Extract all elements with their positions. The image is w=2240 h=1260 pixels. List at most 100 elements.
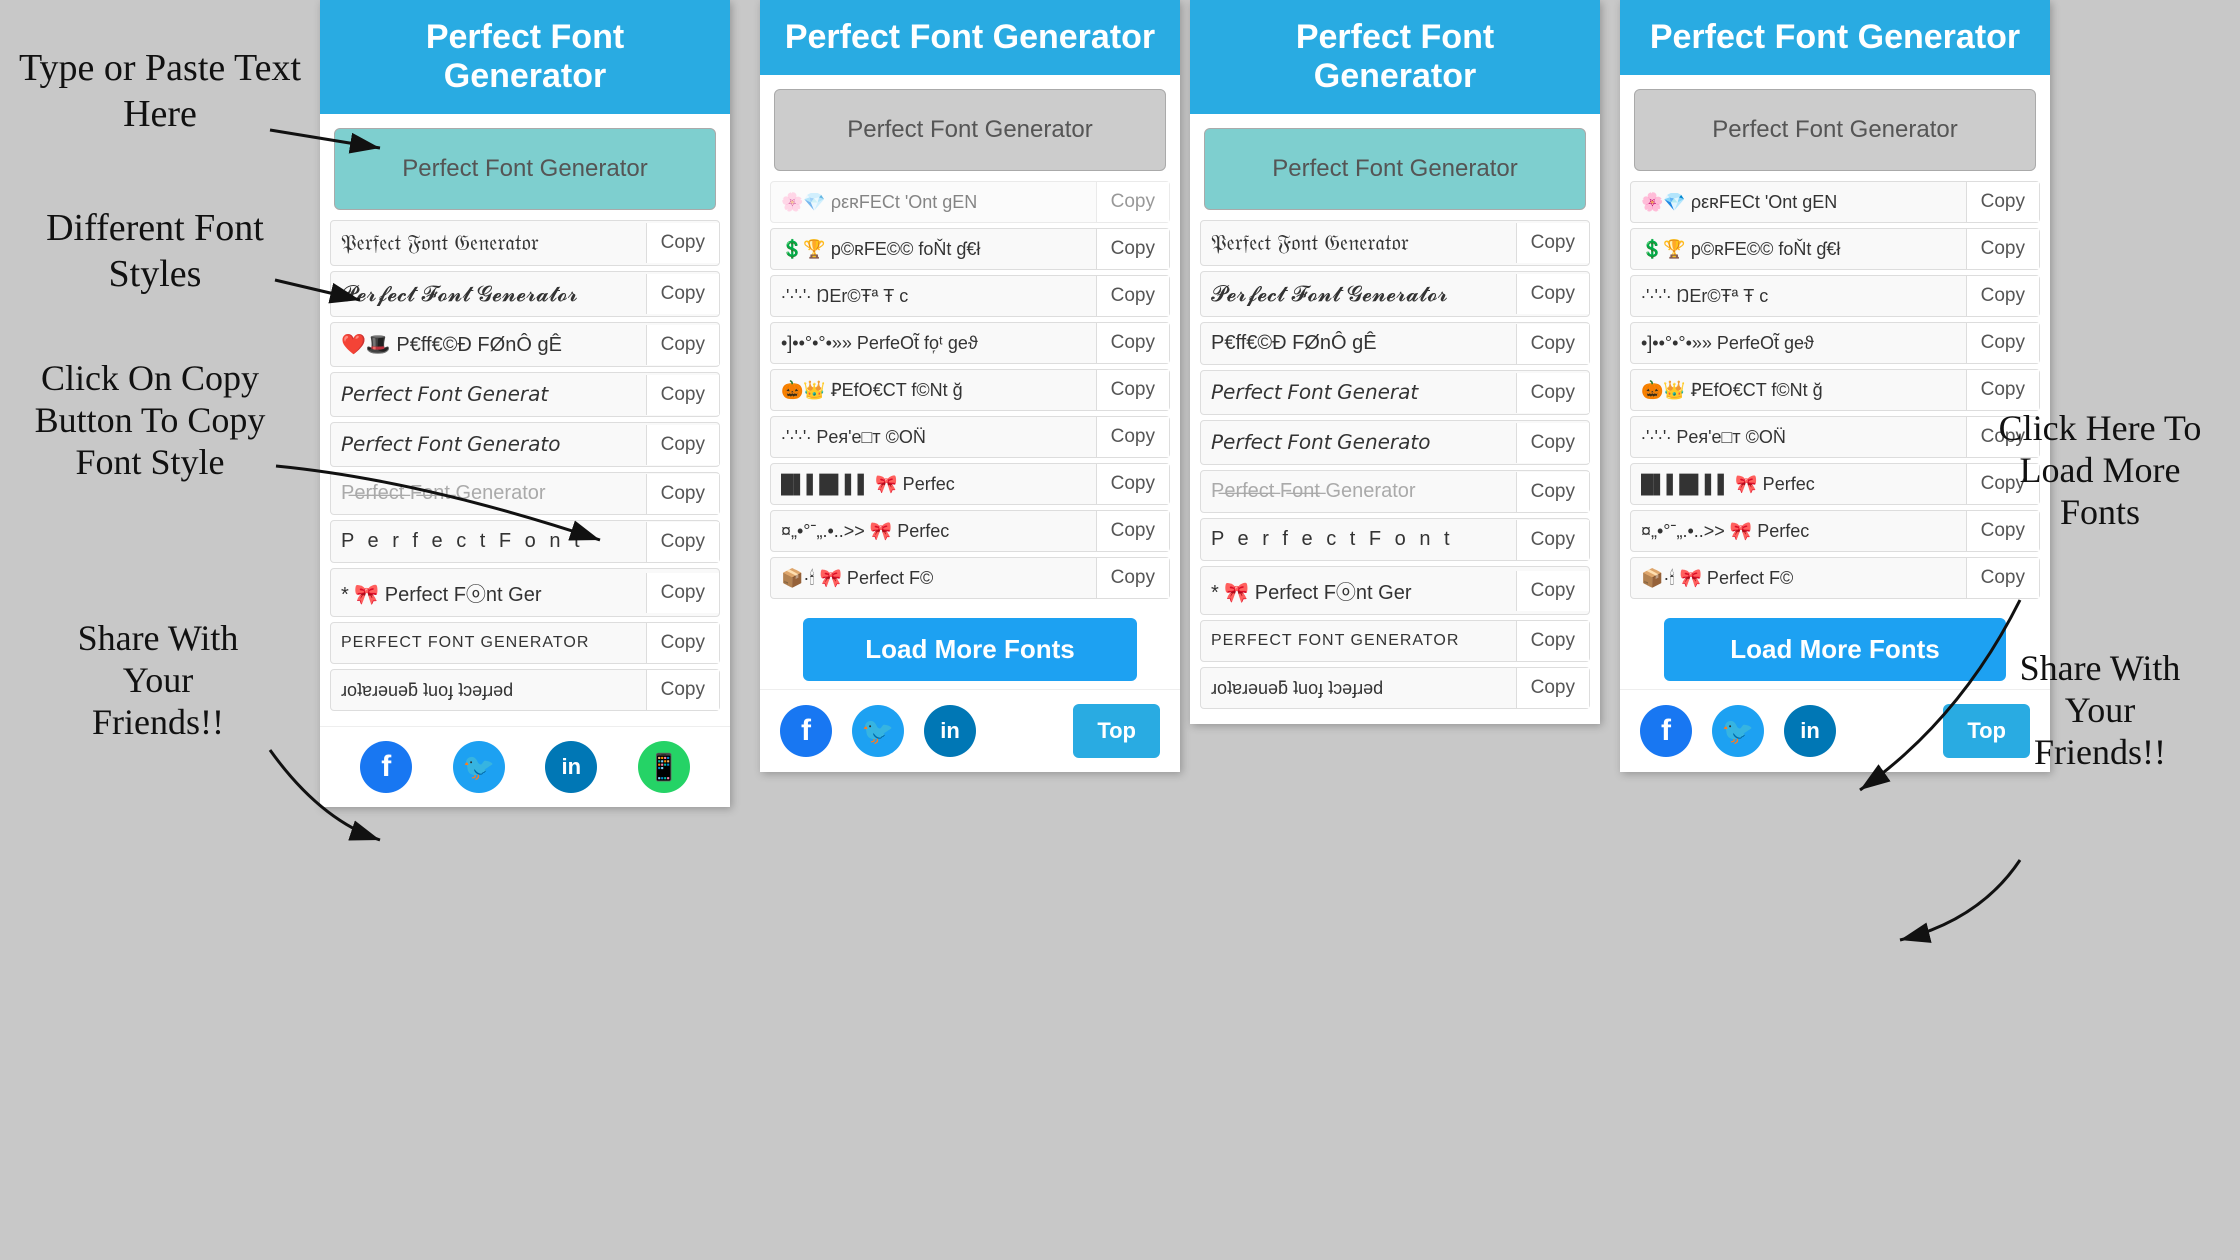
copy-button[interactable]: Copy [1096, 417, 1169, 457]
copy-button[interactable]: Copy [1516, 472, 1589, 512]
font-text: ∙'∙'∙'∙ Pеяʹe□т ©ON̈ [771, 418, 1096, 457]
copy-button[interactable]: Copy [646, 325, 719, 365]
top-button-2[interactable]: Top [1943, 704, 2030, 758]
font-text: * 🎀 Perfect Fⓞnt Ger [331, 569, 646, 616]
load-more-button-2[interactable]: Load More Fonts [1664, 618, 2006, 681]
copy-button[interactable]: Copy [646, 223, 719, 263]
copy-button[interactable]: Copy [1966, 182, 2039, 222]
linkedin-icon[interactable]: in [545, 741, 597, 793]
font-text: 🌸💎 ρεʀFECt 'Ont gEN [1631, 183, 1966, 222]
right-panel-1: Perfect Font Generator Perfect Font Gene… [760, 0, 1180, 772]
twitter-icon-r2[interactable]: 🐦 [1712, 705, 1764, 757]
copy-button[interactable]: Copy [646, 522, 719, 562]
copy-button[interactable]: Copy [1966, 229, 2039, 269]
copy-button[interactable]: Copy [1096, 229, 1169, 269]
copy-button[interactable]: Copy [1516, 373, 1589, 413]
font-text: P̶e̶r̶f̶e̶c̶t̶ F̶o̶n̶t̶ Generator [1201, 471, 1516, 512]
font-text: •]••°•°•»» PеrfeOt̃ fo᷊ᵗ geϑ [771, 324, 1096, 363]
font-row: ∙'∙'∙'∙ Pеяʹe□т ©ON̈ Copy [770, 416, 1170, 458]
font-text: 𝔓𝔢𝔯𝔣𝔢𝔠𝔱 𝔉𝔬𝔫𝔱 𝔊𝔢𝔫𝔢𝔯𝔞𝔱𝔬𝔯 [1201, 221, 1516, 265]
font-text: 𝘗𝘦𝘳𝘧𝘦𝘤𝘵 𝘍𝘰𝘯𝘵 𝘎𝘦𝘯𝘦𝘳𝘢𝘵 [331, 373, 646, 416]
left-panel-2-input[interactable]: Perfect Font Generator [1204, 128, 1586, 210]
copy-button[interactable]: Copy [1516, 423, 1589, 463]
copy-button[interactable]: Copy [1966, 323, 2039, 363]
copy-button[interactable]: Copy [1966, 558, 2039, 598]
font-text: 🎃👑 ꝐEfO€CT f©Nt ğ [1631, 371, 1966, 410]
copy-button[interactable]: Copy [1966, 276, 2039, 316]
facebook-icon[interactable]: f [360, 741, 412, 793]
font-text: 𝓟𝓮𝓻𝓯𝓮𝓬𝓽 𝓕𝓸𝓷𝓽 𝓖𝓮𝓷𝓮𝓻𝓪𝓽𝓸𝓻 [331, 272, 646, 316]
copy-button[interactable]: Copy [1516, 274, 1589, 314]
twitter-icon[interactable]: 🐦 [453, 741, 505, 793]
whatsapp-icon[interactable]: 📱 [638, 741, 690, 793]
right-panel-2-input[interactable]: Perfect Font Generator [1634, 89, 2036, 171]
font-row: ɹoʇɐɹǝuǝƃ ʇuoɟ ʇɔǝɟɹǝd Copy [1200, 667, 1590, 709]
facebook-icon-right[interactable]: f [780, 705, 832, 757]
load-more-button[interactable]: Load More Fonts [803, 618, 1136, 681]
twitter-icon-right[interactable]: 🐦 [852, 705, 904, 757]
font-row: ∙'∙'∙'∙ Pеяʹe□т ©ON̈ Copy [1630, 416, 2040, 458]
copy-button[interactable]: Copy [1516, 571, 1589, 611]
svg-text:Styles: Styles [109, 253, 202, 295]
font-text: PERFECT FONT GENERATOR [331, 625, 646, 661]
font-text: P̶e̶r̶f̶e̶c̶t̶ F̶o̶n̶t̶ Generator [331, 473, 646, 514]
copy-button[interactable]: Copy [1096, 558, 1169, 598]
font-text: 💲🏆 p©ʀFE©© foŇt ɠ€ł [1631, 230, 1966, 269]
linkedin-icon-right[interactable]: in [924, 705, 976, 757]
svg-text:Here: Here [123, 93, 197, 135]
copy-button[interactable]: Copy [1096, 182, 1169, 222]
copy-button[interactable]: Copy [1516, 324, 1589, 364]
font-row: ¤„•°ˉ„.•..>> 🎀 Perfec Copy [770, 510, 1170, 552]
copy-button[interactable]: Copy [1516, 668, 1589, 708]
copy-button[interactable]: Copy [1966, 370, 2039, 410]
font-row: ɹoʇɐɹǝuǝƃ ʇuoɟ ʇɔǝɟɹǝd Copy [330, 669, 720, 711]
copy-button[interactable]: Copy [1096, 464, 1169, 504]
font-text: PERFECT FONT GENERATOR [1201, 623, 1516, 659]
social-bar-right-2: f 🐦 in Top [1620, 689, 2050, 772]
svg-text:Button To Copy: Button To Copy [35, 400, 266, 440]
copy-button[interactable]: Copy [1096, 370, 1169, 410]
font-text: P e r f e c t F o n t [331, 521, 646, 562]
right-panel-2-header: Perfect Font Generator [1620, 0, 2050, 75]
font-text: ∙'∙'∙'∙ ŊEr©Ŧª Ŧ c [1631, 277, 1966, 316]
font-text: 𝘗𝘦𝘳𝘧𝘦𝘤𝘵 𝘍𝘰𝘯𝘵 𝘎𝘦𝘯𝘦𝘳𝘢𝘵𝘰 [331, 423, 646, 466]
font-text: 🎃👑 ꝐEfO€CT f©Nt ğ [771, 371, 1096, 410]
copy-button[interactable]: Copy [1096, 323, 1169, 363]
copy-button[interactable]: Copy [1516, 621, 1589, 661]
font-text: 📦·🕯 🎀 Perfect F© [771, 559, 1096, 598]
copy-button[interactable]: Copy [1096, 276, 1169, 316]
copy-button[interactable]: Copy [646, 425, 719, 465]
font-text: * 🎀 Perfect Fⓞnt Ger [1201, 567, 1516, 614]
copy-button[interactable]: Copy [646, 573, 719, 613]
facebook-icon-r2[interactable]: f [1640, 705, 1692, 757]
copy-button[interactable]: Copy [1096, 511, 1169, 551]
font-row: P̶e̶r̶f̶e̶c̶t̶ F̶o̶n̶t̶ Generator Copy [330, 472, 720, 515]
social-bar-right: f 🐦 in Top [760, 689, 1180, 772]
font-text: █▌▌█▌▌▌ 🎀 Perfec [1631, 465, 1966, 504]
font-row: 𝘗𝘦𝘳𝘧𝘦𝘤𝘵 𝘍𝘰𝘯𝘵 𝘎𝘦𝘯𝘦𝘳𝘢𝘵 Copy [1200, 370, 1590, 415]
font-text: P e r f e c t F o n t [1201, 519, 1516, 560]
copy-button[interactable]: Copy [646, 474, 719, 514]
copy-button[interactable]: Copy [1516, 223, 1589, 263]
copy-button[interactable]: Copy [646, 274, 719, 314]
font-text: ¤„•°ˉ„.•..>> 🎀 Perfec [771, 512, 1096, 551]
copy-button[interactable]: Copy [646, 670, 719, 710]
svg-text:Fonts: Fonts [2060, 492, 2140, 532]
copy-button[interactable]: Copy [1966, 464, 2039, 504]
font-text: 𝘗𝘦𝘳𝘧𝘦𝘤𝘵 𝘍𝘰𝘯𝘵 𝘎𝘦𝘯𝘦𝘳𝘢𝘵 [1201, 371, 1516, 414]
font-row: P̶e̶r̶f̶e̶c̶t̶ F̶o̶n̶t̶ Generator Copy [1200, 470, 1590, 513]
copy-button[interactable]: Copy [1516, 520, 1589, 560]
copy-button[interactable]: Copy [1966, 417, 2039, 457]
left-panel-1-input[interactable]: Perfect Font Generator [334, 128, 716, 210]
linkedin-icon-r2[interactable]: in [1784, 705, 1836, 757]
copy-button[interactable]: Copy [646, 623, 719, 663]
font-row: * 🎀 Perfect Fⓞnt Ger Copy [330, 568, 720, 617]
right-panel-1-input[interactable]: Perfect Font Generator [774, 89, 1166, 171]
left-panel-1-font-list: 𝔓𝔢𝔯𝔣𝔢𝔠𝔱 𝔉𝔬𝔫𝔱 𝔊𝔢𝔫𝔢𝔯𝔞𝔱𝔬𝔯 Copy 𝓟𝓮𝓻𝓯𝓮𝓬𝓽 𝓕𝓸𝓷𝓽… [320, 220, 730, 726]
font-row: 𝘗𝘦𝘳𝘧𝘦𝘤𝘵 𝘍𝘰𝘯𝘵 𝘎𝘦𝘯𝘦𝘳𝘢𝘵𝘰 Copy [1200, 420, 1590, 465]
top-button[interactable]: Top [1073, 704, 1160, 758]
copy-button[interactable]: Copy [646, 375, 719, 415]
copy-button[interactable]: Copy [1966, 511, 2039, 551]
font-row: 🌸💎 ρεʀFECt 'Ont gEN Copy [1630, 181, 2040, 223]
svg-text:Friends!!: Friends!! [92, 702, 224, 742]
